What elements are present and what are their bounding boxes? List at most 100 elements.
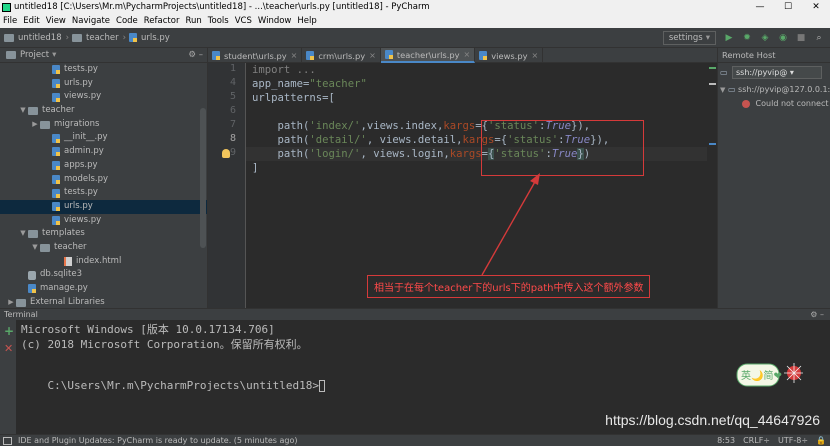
annotation-callout: 相当于在每个teacher下的urls下的path中传入这个额外参数 (367, 275, 651, 298)
project-tree-item[interactable]: views.py (0, 214, 207, 228)
python-file-icon (128, 33, 137, 42)
project-tree-item[interactable]: models.py (0, 173, 207, 187)
project-tree-item[interactable]: index.html (0, 255, 207, 269)
folder-icon (28, 106, 38, 115)
menu-edit[interactable]: Edit (23, 15, 39, 28)
line-separator[interactable]: CRLF÷ (743, 435, 770, 446)
menu-refactor[interactable]: Refactor (144, 15, 180, 28)
project-tree-item[interactable]: views.py (0, 90, 207, 104)
code-area[interactable]: 相当于在每个teacher下的urls下的path中传入这个额外参数 impor… (222, 63, 712, 308)
run-icon[interactable]: ▶ (722, 31, 736, 45)
maximize-button[interactable]: ☐ (774, 0, 802, 15)
chevron-down-icon[interactable]: ▾ (52, 50, 56, 60)
menu-help[interactable]: Help (297, 15, 316, 28)
python-file-icon (52, 202, 60, 212)
chevron-down-icon[interactable]: ▼ (30, 241, 40, 255)
chevron-down-icon[interactable]: ▼ (18, 104, 28, 118)
status-message[interactable]: IDE and Plugin Updates: PyCharm is ready… (18, 436, 297, 445)
error-stripe-mark[interactable] (709, 83, 716, 85)
file-encoding[interactable]: UTF-8÷ (778, 435, 808, 446)
coverage-icon[interactable]: ◈ (758, 31, 772, 45)
code-line: app_name="teacher" (252, 77, 367, 91)
lightbulb-icon[interactable] (222, 149, 230, 158)
project-tree-label: index.html (76, 255, 122, 266)
server-icon: ▭ (720, 68, 728, 77)
project-tree-item[interactable]: ▼ templates (0, 227, 207, 241)
project-panel-title: Project (20, 50, 50, 60)
remote-host-select[interactable]: ssh://pyvip@ ▾ (732, 66, 822, 79)
title-bar: untitled18 [C:\Users\Mr.m\PycharmProject… (0, 0, 830, 15)
breadcrumb-folder[interactable]: teacher › (72, 33, 126, 43)
error-stripe-mark[interactable] (709, 143, 716, 145)
code-token: 'status' (507, 134, 559, 146)
project-tree-item[interactable]: __init__.py (0, 131, 207, 145)
menu-code[interactable]: Code (116, 15, 138, 28)
debug-icon[interactable]: ✹ (740, 31, 754, 45)
terminal-prompt-line[interactable]: C:\Users\Mr.m\PycharmProjects\untitled18… (21, 366, 326, 405)
python-file-icon (52, 215, 60, 225)
run-toolbar: settings ▾ ▶ ✹ ◈ ◉ ■ ⌕ (662, 28, 830, 48)
run-config-label: settings (668, 33, 703, 43)
code-token: kargs (462, 134, 495, 146)
editor-tab[interactable]: student\urls.py × (208, 48, 303, 63)
close-window-button[interactable]: ✕ (802, 0, 830, 15)
project-tree-label: db.sqlite3 (40, 269, 83, 280)
profile-icon[interactable]: ◉ (776, 31, 790, 45)
minimize-button[interactable]: — (746, 0, 774, 15)
code-line: path('login/', views.login,kargs={'statu… (252, 147, 590, 161)
project-tree-item[interactable]: ▶ migrations (0, 118, 207, 132)
close-tab-icon[interactable]: × (464, 50, 471, 59)
project-tree-item[interactable]: ▼ teacher (0, 104, 207, 118)
project-tree-label: models.py (64, 173, 109, 184)
code-token: ] (252, 162, 259, 174)
chevron-down-icon[interactable]: ▼ (18, 227, 28, 241)
menu-view[interactable]: View (46, 15, 66, 28)
menu-file[interactable]: File (3, 15, 17, 28)
project-tree-item[interactable]: urls.py (0, 199, 207, 214)
remote-host-node[interactable]: ▼ ▭ ssh://pyvip@127.0.0.1: (720, 85, 830, 94)
project-tree-item[interactable]: tests.py (0, 186, 207, 200)
project-tree-item[interactable]: db.sqlite3 (0, 268, 207, 282)
editor-tab[interactable]: views.py × (475, 48, 544, 63)
project-tree-item[interactable]: urls.py (0, 77, 207, 91)
python-file-icon (52, 147, 60, 157)
project-tree-item[interactable]: admin.py (0, 145, 207, 159)
line-number: 4 (229, 77, 236, 88)
project-panel-header: Project ▾ ⚙ – (0, 48, 207, 63)
menu-window[interactable]: Window (258, 15, 292, 28)
panel-settings-icon[interactable]: ⚙ – (188, 50, 203, 60)
editor-tab[interactable]: crm\urls.py × (302, 48, 381, 63)
breadcrumb-file[interactable]: urls.py (128, 33, 170, 43)
editor: student\urls.py × crm\urls.py × teacher\urls… (207, 48, 717, 308)
search-icon[interactable]: ⌕ (812, 31, 826, 45)
close-tab-icon[interactable]: × (532, 51, 539, 60)
project-tree-item[interactable]: tests.py (0, 63, 207, 77)
window-toggle-icon[interactable] (3, 437, 12, 445)
code-line: path('index/',views.index,kargs={'status… (252, 119, 591, 133)
close-tab-icon[interactable]: × (291, 51, 298, 60)
stop-icon[interactable]: ■ (794, 31, 808, 45)
run-config-select[interactable]: settings ▾ (662, 31, 716, 45)
close-tab-icon[interactable]: × (369, 51, 376, 60)
caret-position[interactable]: 8:53 (717, 435, 735, 446)
editor-tab[interactable]: teacher\urls.py × (380, 48, 476, 63)
line-number: 5 (229, 91, 236, 102)
new-session-icon[interactable]: + (4, 324, 14, 338)
code-token: }), (570, 120, 591, 132)
menu-navigate[interactable]: Navigate (72, 15, 110, 28)
close-session-icon[interactable]: ✕ (4, 342, 13, 355)
menu-tools[interactable]: Tools (208, 15, 229, 28)
breadcrumb-project[interactable]: untitled18 › (4, 33, 69, 43)
remote-host-header: Remote Host (718, 48, 830, 63)
project-tree-item[interactable]: ▼ teacher (0, 241, 207, 255)
chevron-right-icon[interactable]: ▶ (30, 118, 40, 132)
menu-vcs[interactable]: VCS (235, 15, 252, 28)
lock-icon[interactable]: 🔒 (816, 435, 826, 446)
panel-settings-icon[interactable]: ⚙ – (810, 309, 824, 320)
project-tree-item[interactable]: apps.py (0, 159, 207, 173)
menu-run[interactable]: Run (185, 15, 201, 28)
project-tree-item[interactable]: manage.py (0, 282, 207, 296)
code-token: }), (590, 134, 610, 146)
project-scrollbar[interactable] (200, 108, 206, 248)
editor-scrollbar[interactable] (707, 63, 717, 308)
